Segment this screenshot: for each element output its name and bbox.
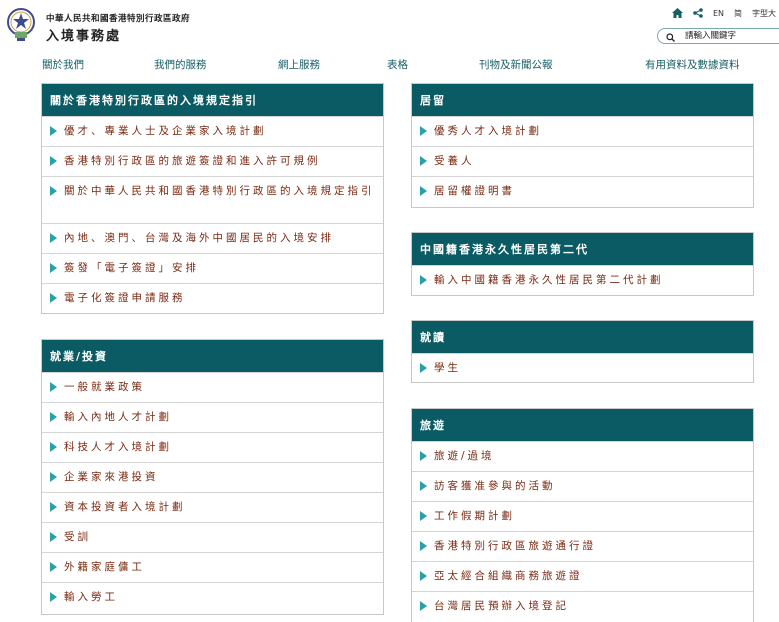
list-item[interactable]: 優才、專業人士及企業家入境計劃 bbox=[42, 116, 383, 146]
list-item[interactable]: 香港特別行政區的旅遊簽證和進入許可規例 bbox=[42, 146, 383, 176]
arrow-right-icon bbox=[50, 562, 57, 572]
link-list: 一般就業政策 輸入內地人才計劃 科技人才入境計劃 企業家來港投資 資本投資者入境… bbox=[42, 372, 383, 612]
home-icon[interactable] bbox=[672, 8, 683, 18]
list-item[interactable]: 訪客獲准參與的活動 bbox=[412, 471, 753, 501]
arrow-right-icon bbox=[420, 451, 427, 461]
link-list: 優才、專業人士及企業家入境計劃 香港特別行政區的旅遊簽證和進入許可規例 關於中華… bbox=[42, 116, 383, 313]
list-item[interactable]: 資本投資者入境計劃 bbox=[42, 492, 383, 522]
panel-employment-investment: 就業/投資 一般就業政策 輸入內地人才計劃 科技人才入境計劃 企業家來港投資 資… bbox=[41, 339, 384, 615]
list-item[interactable]: 關於中華人民共和國香港特別行政區的入境規定指引 bbox=[42, 176, 383, 223]
panel-title: 就讀 bbox=[412, 321, 753, 353]
arrow-right-icon bbox=[420, 275, 427, 285]
panel-residence: 居留 優秀人才入境計劃 受養人 居留權證明書 bbox=[411, 83, 754, 208]
nav-our-services[interactable]: 我們的服務 bbox=[154, 57, 207, 72]
main-nav: 關於我們 我們的服務 網上服務 表格 刊物及新聞公報 有用資料及數據資料 bbox=[0, 57, 779, 71]
list-item[interactable]: 香港特別行政區旅遊通行證 bbox=[412, 531, 753, 561]
list-item[interactable]: 輸入中國籍香港永久性居民第二代計劃 bbox=[412, 265, 753, 295]
panel-travel: 旅遊 旅遊/過境 訪客獲准參與的活動 工作假期計劃 香港特別行政區旅遊通行證 亞… bbox=[411, 408, 754, 622]
list-item[interactable]: 旅遊/過境 bbox=[412, 441, 753, 471]
hksar-emblem-logo[interactable] bbox=[6, 6, 36, 42]
nav-forms[interactable]: 表格 bbox=[387, 57, 408, 72]
panel-second-generation: 中國籍香港永久性居民第二代 輸入中國籍香港永久性居民第二代計劃 bbox=[411, 232, 754, 296]
arrow-right-icon bbox=[50, 156, 57, 166]
arrow-right-icon bbox=[50, 502, 57, 512]
arrow-right-icon bbox=[420, 156, 427, 166]
list-item[interactable]: 外籍家庭傭工 bbox=[42, 552, 383, 582]
link-list: 學生 bbox=[412, 353, 753, 383]
panel-title: 旅遊 bbox=[412, 409, 753, 441]
nav-about-us[interactable]: 關於我們 bbox=[42, 57, 84, 72]
list-item[interactable]: 企業家來港投資 bbox=[42, 462, 383, 492]
list-item[interactable]: 輸入勞工 bbox=[42, 582, 383, 612]
arrow-right-icon bbox=[50, 382, 57, 392]
panel-title: 中國籍香港永久性居民第二代 bbox=[412, 233, 753, 265]
list-item[interactable]: 簽發「電子簽證」安排 bbox=[42, 253, 383, 283]
lang-en-link[interactable]: EN bbox=[713, 9, 724, 18]
list-item[interactable]: 科技人才入境計劃 bbox=[42, 432, 383, 462]
arrow-right-icon bbox=[420, 511, 427, 521]
arrow-right-icon bbox=[50, 263, 57, 273]
arrow-right-icon bbox=[420, 186, 427, 196]
nav-useful-info-statistics[interactable]: 有用資料及數據資料 bbox=[645, 57, 740, 72]
list-item[interactable]: 學生 bbox=[412, 353, 753, 383]
arrow-right-icon bbox=[50, 442, 57, 452]
nav-publications-press[interactable]: 刊物及新聞公報 bbox=[479, 57, 553, 72]
panel-title: 居留 bbox=[412, 84, 753, 116]
arrow-right-icon bbox=[420, 363, 427, 373]
link-list: 旅遊/過境 訪客獲准參與的活動 工作假期計劃 香港特別行政區旅遊通行證 亞太經合… bbox=[412, 441, 753, 621]
font-size-link[interactable]: 字型大 bbox=[752, 8, 776, 19]
panel-entry-rules: 關於香港特別行政區的入境規定指引 優才、專業人士及企業家入境計劃 香港特別行政區… bbox=[41, 83, 384, 314]
arrow-right-icon bbox=[50, 592, 57, 602]
panel-title: 關於香港特別行政區的入境規定指引 bbox=[42, 84, 383, 116]
list-item[interactable]: 受養人 bbox=[412, 146, 753, 176]
search-icon[interactable] bbox=[666, 27, 675, 46]
arrow-right-icon bbox=[420, 481, 427, 491]
list-item[interactable]: 一般就業政策 bbox=[42, 372, 383, 402]
top-tools-bar: EN 简 字型大 bbox=[672, 6, 776, 20]
lang-sc-link[interactable]: 简 bbox=[734, 8, 742, 19]
arrow-right-icon bbox=[420, 541, 427, 551]
list-item[interactable]: 電子化簽證申請服務 bbox=[42, 283, 383, 313]
list-item[interactable]: 優秀人才入境計劃 bbox=[412, 116, 753, 146]
government-name[interactable]: 中華人民共和國香港特別行政區政府 bbox=[46, 12, 190, 24]
arrow-right-icon bbox=[420, 601, 427, 611]
list-item[interactable]: 內地、澳門、台灣及海外中國居民的入境安排 bbox=[42, 223, 383, 253]
arrow-right-icon bbox=[50, 472, 57, 482]
list-item[interactable]: 輸入內地人才計劃 bbox=[42, 402, 383, 432]
list-item[interactable]: 亞太經合組織商務旅遊證 bbox=[412, 561, 753, 591]
arrow-right-icon bbox=[420, 126, 427, 136]
link-list: 優秀人才入境計劃 受養人 居留權證明書 bbox=[412, 116, 753, 206]
arrow-right-icon bbox=[50, 412, 57, 422]
panel-title: 就業/投資 bbox=[42, 340, 383, 372]
search-input[interactable] bbox=[685, 31, 779, 41]
department-name[interactable]: 入境事務處 bbox=[46, 25, 121, 44]
arrow-right-icon bbox=[50, 532, 57, 542]
list-item[interactable]: 台灣居民預辦入境登記 bbox=[412, 591, 753, 621]
arrow-right-icon bbox=[50, 126, 57, 136]
search-box bbox=[657, 28, 779, 44]
arrow-right-icon bbox=[50, 233, 57, 243]
list-item[interactable]: 受訓 bbox=[42, 522, 383, 552]
link-list: 輸入中國籍香港永久性居民第二代計劃 bbox=[412, 265, 753, 295]
arrow-right-icon bbox=[50, 293, 57, 303]
list-item[interactable]: 工作假期計劃 bbox=[412, 501, 753, 531]
panel-study: 就讀 學生 bbox=[411, 320, 754, 383]
arrow-right-icon bbox=[420, 571, 427, 581]
nav-online-services[interactable]: 網上服務 bbox=[278, 57, 320, 72]
list-item[interactable]: 居留權證明書 bbox=[412, 176, 753, 206]
share-icon[interactable] bbox=[693, 8, 703, 18]
arrow-right-icon bbox=[50, 186, 57, 196]
